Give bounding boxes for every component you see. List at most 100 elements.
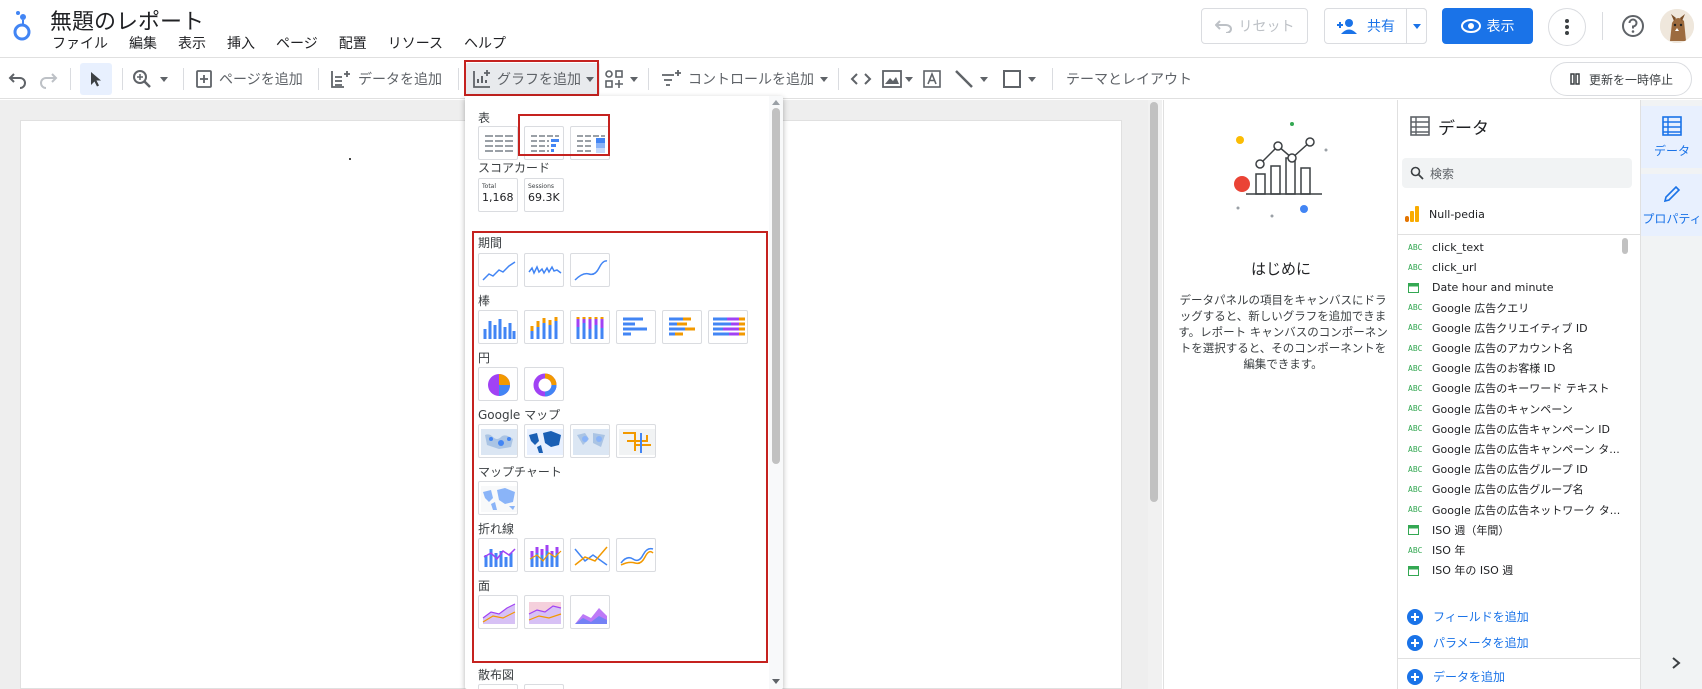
chart-option-smoothed-timeseries[interactable]	[570, 253, 610, 287]
add-community-component-button[interactable]	[604, 63, 638, 95]
menu-scrollbar-thumb[interactable]	[772, 108, 780, 464]
field-item[interactable]: ABC ISO 年	[1398, 539, 1628, 561]
field-item[interactable]: ISO 年の ISO 週	[1398, 559, 1628, 581]
field-item[interactable]: ABC click_url	[1398, 256, 1628, 278]
chart-option-donut[interactable]	[524, 367, 564, 401]
chart-option-filled-map[interactable]	[524, 424, 564, 458]
shape-button[interactable]	[1002, 63, 1036, 95]
report-title[interactable]: 無題のレポート	[50, 4, 204, 36]
menu-view[interactable]: 表示	[178, 33, 206, 53]
looker-studio-logo-icon[interactable]	[12, 10, 38, 44]
stacked-bar-icon	[669, 317, 695, 336]
add-page-button[interactable]: ページを追加	[195, 63, 303, 95]
canvas-scrollbar-thumb[interactable]	[1150, 102, 1158, 502]
chart-option-bubble-map[interactable]	[478, 424, 518, 458]
chart-option-scorecard-total[interactable]: Total 1,168	[478, 178, 518, 212]
field-item[interactable]: ABC Google 広告の広告グループ ID	[1398, 458, 1628, 480]
field-item[interactable]: ABC Google 広告の広告キャンペーン ID	[1398, 418, 1628, 440]
share-dropdown-button[interactable]	[1406, 8, 1427, 44]
add-page-icon	[196, 70, 212, 88]
menu-file[interactable]: ファイル	[52, 33, 108, 53]
select-tool-button[interactable]	[80, 63, 112, 95]
menu-help[interactable]: ヘルプ	[464, 33, 506, 53]
field-item[interactable]: ABC click_text	[1398, 236, 1628, 258]
chart-option-bubble[interactable]	[524, 684, 564, 689]
chart-option-bar[interactable]	[616, 310, 656, 344]
add-data-button[interactable]: データを追加	[330, 63, 442, 95]
chart-option-100-stacked-column[interactable]	[570, 310, 610, 344]
right-rail: データ プロパティ	[1640, 100, 1702, 689]
chart-option-line-map[interactable]	[616, 424, 656, 458]
text-box-icon	[923, 70, 941, 88]
chart-option-stacked-column[interactable]	[524, 310, 564, 344]
image-button[interactable]	[882, 63, 913, 95]
data-search-field[interactable]: 検索	[1402, 158, 1632, 188]
menu-page[interactable]: ページ	[276, 33, 318, 53]
collapse-panel-button[interactable]	[1671, 656, 1681, 670]
field-item[interactable]: ABC Google 広告のお客様 ID	[1398, 357, 1628, 379]
chart-option-column[interactable]	[478, 310, 518, 344]
field-list-scrollbar-thumb[interactable]	[1622, 238, 1628, 254]
chart-option-timeseries[interactable]	[478, 253, 518, 287]
theme-layout-button[interactable]: テーマとレイアウト	[1066, 63, 1192, 95]
field-item[interactable]: Date hour and minute	[1398, 276, 1628, 298]
chart-option-geo-chart[interactable]	[478, 481, 518, 515]
field-item[interactable]: ABC Google 広告のキャンペーン	[1398, 398, 1628, 420]
field-item[interactable]: ISO 週（年間）	[1398, 519, 1628, 541]
add-data-icon	[331, 71, 350, 88]
field-item[interactable]: ABC Google 広告のキーワード テキスト	[1398, 377, 1628, 399]
field-name: Google 広告の広告キャンペーン ID	[1432, 422, 1610, 436]
add-parameter-link[interactable]: パラメータを追加	[1407, 634, 1529, 651]
field-item[interactable]: ABC Google 広告のアカウント名	[1398, 337, 1628, 359]
redo-button[interactable]	[38, 63, 58, 95]
reset-button[interactable]: リセット	[1201, 8, 1308, 44]
add-field-link[interactable]: フィールドを追加	[1407, 608, 1529, 625]
field-name: Google 広告のキャンペーン	[1432, 402, 1573, 416]
chart-option-smoothed-line[interactable]	[616, 538, 656, 572]
chart-option-sparkline[interactable]	[524, 253, 564, 287]
chart-option-stacked-area[interactable]	[524, 595, 564, 629]
scorecard-value: 69.3K	[528, 191, 560, 204]
line-button[interactable]	[954, 63, 988, 95]
tab-data[interactable]: データ	[1641, 106, 1702, 168]
chart-option-100-stacked-bar[interactable]	[708, 310, 748, 344]
chart-option-line[interactable]	[570, 538, 610, 572]
help-icon[interactable]	[1619, 12, 1647, 40]
add-control-button[interactable]: コントロールを追加	[660, 63, 828, 95]
add-page-label: ページを追加	[219, 72, 303, 88]
field-item[interactable]: ABC Google 広告クリエイティブ ID	[1398, 317, 1628, 339]
zoom-button[interactable]	[132, 63, 168, 95]
more-options-button[interactable]	[1548, 8, 1586, 46]
embed-url-button[interactable]	[850, 63, 872, 95]
chart-option-stacked-bar[interactable]	[662, 310, 702, 344]
data-source-item[interactable]: Null-pedia	[1402, 203, 1632, 225]
field-item[interactable]: ABC Google 広告の広告ネットワーク タ...	[1398, 499, 1628, 521]
scroll-up-icon[interactable]	[772, 100, 780, 105]
undo-button[interactable]	[8, 63, 28, 95]
view-button[interactable]: 表示	[1442, 8, 1533, 44]
chart-option-heatmap-map[interactable]	[570, 424, 610, 458]
menu-edit[interactable]: 編集	[129, 33, 157, 53]
chart-option-scorecard-sessions[interactable]: Sessions 69.3K	[524, 178, 564, 212]
chart-option-100-stacked-area[interactable]	[570, 595, 610, 629]
add-circle-icon	[1407, 608, 1423, 625]
field-item[interactable]: ABC Google 広告の広告キャンペーン タ...	[1398, 438, 1628, 460]
menu-resource[interactable]: リソース	[388, 33, 443, 53]
user-avatar[interactable]	[1660, 9, 1694, 43]
add-data-link[interactable]: データを追加	[1407, 668, 1505, 685]
menu-insert[interactable]: 挿入	[227, 33, 255, 53]
view-label: 表示	[1486, 19, 1515, 35]
menu-arrange[interactable]: 配置	[339, 33, 367, 53]
pause-update-button[interactable]: 更新を一時停止	[1550, 62, 1692, 96]
chart-option-table[interactable]	[478, 126, 518, 160]
chart-option-scatter[interactable]	[478, 684, 518, 689]
field-item[interactable]: ABC Google 広告の広告グループ名	[1398, 478, 1628, 500]
tab-properties[interactable]: プロパティ	[1641, 174, 1702, 236]
chart-option-pie[interactable]	[478, 367, 518, 401]
chart-option-combo[interactable]	[478, 538, 518, 572]
text-box-button[interactable]	[922, 63, 942, 95]
chart-option-stacked-combo[interactable]	[524, 538, 564, 572]
scroll-down-icon[interactable]	[772, 679, 780, 684]
chart-option-area[interactable]	[478, 595, 518, 629]
field-item[interactable]: ABC Google 広告クエリ	[1398, 297, 1628, 319]
